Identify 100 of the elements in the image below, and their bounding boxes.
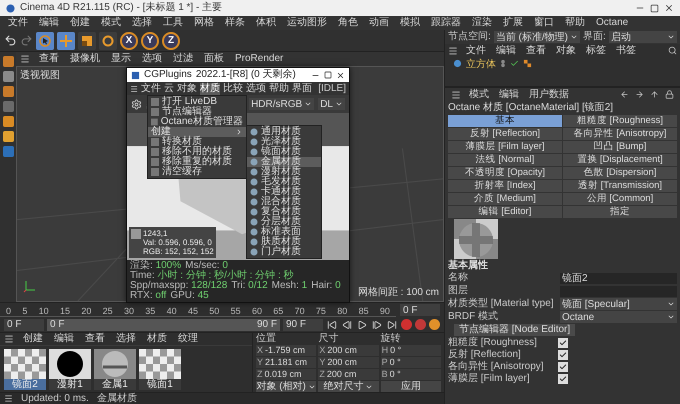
menu-item[interactable]: 动画 bbox=[367, 17, 391, 29]
maximize-icon[interactable] bbox=[650, 4, 659, 12]
skip-forward-button[interactable] bbox=[386, 318, 398, 330]
menu-item[interactable]: 混合材质 bbox=[247, 197, 321, 207]
menu-item[interactable]: 节点编辑器 bbox=[148, 107, 246, 117]
tool-button[interactable] bbox=[99, 32, 117, 50]
material-thumbnail[interactable]: 漫射1 bbox=[49, 349, 91, 390]
menu-item[interactable]: 跟踪器 bbox=[429, 17, 463, 29]
frame-field[interactable]: 0 F bbox=[4, 318, 44, 330]
object-name[interactable]: 立方体 bbox=[466, 56, 496, 70]
attribute-tab[interactable]: 透射 [Transmission] bbox=[563, 180, 677, 192]
menu-item[interactable]: 选项 bbox=[140, 53, 164, 65]
menu-item[interactable]: 扩展 bbox=[501, 17, 525, 29]
mode-icon[interactable] bbox=[2, 101, 14, 112]
menu-item[interactable]: 编辑 bbox=[52, 333, 76, 345]
axis-button[interactable]: Y bbox=[141, 32, 159, 50]
tool-button[interactable] bbox=[78, 32, 96, 50]
menu-item[interactable]: 编辑 bbox=[494, 44, 518, 56]
menu-icon[interactable] bbox=[130, 84, 138, 94]
menu-item[interactable]: 毛发材质 bbox=[247, 177, 321, 187]
menu-item[interactable]: 卡通材质 bbox=[247, 187, 321, 197]
attribute-tab[interactable]: 法线 [Normal] bbox=[448, 154, 562, 166]
attribute-tab[interactable]: 粗糙度 [Roughness] bbox=[563, 115, 677, 127]
menu-item[interactable]: 文件 bbox=[6, 17, 30, 29]
dropdown[interactable]: Octane bbox=[560, 311, 677, 323]
menu-item[interactable]: 通用材质 bbox=[247, 127, 321, 137]
node-editor-button[interactable]: 节点编辑器 [Node Editor] bbox=[454, 324, 576, 336]
mode-icon[interactable] bbox=[2, 146, 14, 157]
menu-item[interactable]: 肤质材质 bbox=[247, 237, 321, 247]
attribute-tab[interactable]: 编辑 [Editor] bbox=[448, 206, 562, 218]
attribute-tab[interactable]: 色散 [Dispersion] bbox=[563, 167, 677, 179]
apply-button[interactable]: 应用 bbox=[380, 381, 441, 392]
checkbox[interactable] bbox=[558, 362, 568, 372]
menu-item[interactable]: 金属材质 bbox=[247, 157, 321, 167]
menu-item[interactable]: 过滤 bbox=[171, 53, 195, 65]
menu-item[interactable]: 体积 bbox=[254, 17, 278, 29]
mode-icon[interactable] bbox=[2, 116, 14, 127]
menu-item[interactable]: 查看 bbox=[37, 53, 61, 65]
layer-field[interactable] bbox=[560, 286, 677, 296]
menu-item[interactable]: 光泽材质 bbox=[247, 137, 321, 147]
menu-item[interactable]: 创建 bbox=[148, 127, 246, 137]
mode-icon[interactable] bbox=[2, 71, 14, 82]
frame-field[interactable]: 0 F bbox=[400, 304, 440, 316]
skip-back-button[interactable] bbox=[326, 318, 338, 330]
rotation-field[interactable]: B 0 ° bbox=[380, 369, 441, 380]
menu-item[interactable]: 清空缓存 bbox=[148, 167, 246, 177]
menu-item[interactable]: 选择 bbox=[114, 333, 138, 345]
size-field[interactable]: Y 200 cm bbox=[318, 357, 379, 368]
menu-item[interactable]: Octane bbox=[594, 17, 630, 29]
end-frame-field[interactable]: 90 F bbox=[283, 318, 323, 330]
menu-item[interactable]: 选择 bbox=[130, 17, 154, 29]
checkbox[interactable] bbox=[558, 338, 568, 348]
attribute-tab[interactable]: 指定 bbox=[563, 206, 677, 218]
menu-item[interactable]: 查看 bbox=[524, 44, 548, 56]
axis-button[interactable]: Z bbox=[162, 32, 180, 50]
rotation-field[interactable]: P 0 ° bbox=[380, 357, 441, 368]
menu-item[interactable]: 书签 bbox=[614, 44, 638, 56]
menu-item[interactable]: 编辑 bbox=[497, 88, 521, 100]
forward-icon[interactable] bbox=[635, 90, 644, 99]
menu-item[interactable]: 创建 bbox=[21, 333, 45, 345]
menu-item[interactable]: 选项 bbox=[246, 82, 266, 94]
position-field[interactable]: X -1.759 cm bbox=[256, 345, 316, 356]
menu-icon[interactable] bbox=[4, 334, 14, 344]
menu-item[interactable]: 摄像机 bbox=[68, 53, 102, 65]
menu-item[interactable]: 帮助 bbox=[269, 82, 290, 94]
range-slider[interactable]: 0 F 90 F bbox=[47, 318, 280, 330]
menu-item[interactable]: 对象 bbox=[177, 82, 198, 94]
menu-icon[interactable] bbox=[451, 90, 461, 100]
menu-item[interactable]: 网格 bbox=[192, 17, 216, 29]
menu-item[interactable]: 标准表面 bbox=[247, 227, 321, 237]
checkbox[interactable] bbox=[558, 350, 568, 360]
mode-icon[interactable] bbox=[2, 56, 14, 67]
attribute-tab[interactable]: 折射率 [Index] bbox=[448, 180, 562, 192]
kernel-dropdown[interactable]: DL bbox=[318, 98, 345, 110]
menu-item[interactable]: 文件 bbox=[464, 44, 488, 56]
attribute-tab[interactable]: 基本 bbox=[448, 115, 562, 127]
autokey-icon[interactable] bbox=[415, 319, 426, 330]
size-field[interactable]: Z 200 cm bbox=[318, 369, 379, 380]
menu-item[interactable]: 转换材质 bbox=[148, 137, 246, 147]
menu-item[interactable]: 移除不用的材质 bbox=[148, 147, 246, 157]
menu-item[interactable]: 面板 bbox=[202, 53, 226, 65]
menu-item[interactable]: 角色 bbox=[336, 17, 360, 29]
attribute-tab[interactable]: 置换 [Displacement] bbox=[563, 154, 677, 166]
menu-item[interactable]: 编辑 bbox=[37, 17, 61, 29]
up-icon[interactable] bbox=[650, 90, 659, 99]
menu-item[interactable]: 创建 bbox=[68, 17, 92, 29]
menu-item[interactable]: ProRender bbox=[233, 53, 286, 65]
size-mode-dropdown[interactable]: 绝对尺寸 bbox=[318, 381, 379, 392]
step-forward-button[interactable] bbox=[371, 318, 383, 330]
attribute-tab[interactable]: 公用 [Common] bbox=[563, 193, 677, 205]
position-field[interactable]: Y 21.181 cm bbox=[256, 357, 316, 368]
tool-button[interactable] bbox=[57, 32, 75, 50]
keyframe-icon[interactable] bbox=[429, 319, 440, 330]
menu-item[interactable]: 窗口 bbox=[532, 17, 556, 29]
record-icon[interactable] bbox=[401, 319, 412, 330]
menu-item[interactable]: 纹理 bbox=[176, 333, 200, 345]
menu-item[interactable]: 查看 bbox=[83, 333, 107, 345]
attribute-tab[interactable]: 介质 [Medium] bbox=[448, 193, 562, 205]
rotation-field[interactable]: H 0 ° bbox=[380, 345, 441, 356]
menu-icon[interactable] bbox=[448, 46, 458, 56]
